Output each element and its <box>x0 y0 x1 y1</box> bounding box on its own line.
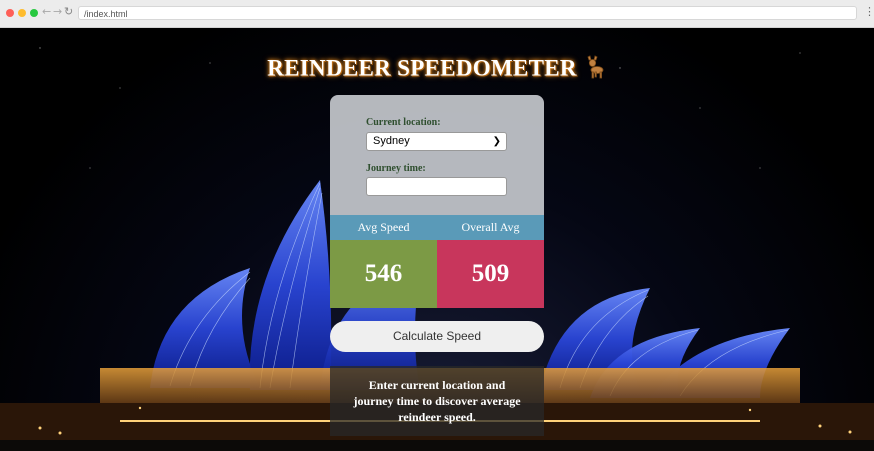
journey-time-label: Journey time: <box>366 163 426 174</box>
kebab-menu-icon[interactable]: ⋮ <box>864 5 874 18</box>
maximize-window-button[interactable] <box>30 9 38 17</box>
arrow-left-icon[interactable]: ← <box>42 5 51 18</box>
journey-time-input[interactable] <box>366 177 507 196</box>
minimize-window-button[interactable] <box>18 9 26 17</box>
overall-avg-header: Overall Avg <box>437 215 544 240</box>
reload-icon[interactable]: ↻ <box>64 5 73 18</box>
overall-avg-value: 509 <box>437 240 544 308</box>
address-bar[interactable]: /index.html <box>78 6 857 20</box>
location-select-value: Sydney <box>373 135 410 147</box>
location-select[interactable]: Sydney ❯ <box>366 132 507 151</box>
instructions-message: Enter current location and journey time … <box>330 366 544 436</box>
page-background: REINDEER SPEEDOMETER Current location: S… <box>0 28 874 451</box>
location-label: Current location: <box>366 117 441 128</box>
arrow-right-icon[interactable]: → <box>53 5 62 18</box>
avg-speed-value: 546 <box>330 240 437 308</box>
close-window-button[interactable] <box>6 9 14 17</box>
browser-toolbar: ← → ↻ /index.html ⋮ <box>0 0 874 28</box>
avg-speed-header: Avg Speed <box>330 215 437 240</box>
page-title-text: REINDEER SPEEDOMETER <box>267 55 577 81</box>
reindeer-icon <box>581 54 607 86</box>
chevron-down-icon: ❯ <box>492 136 501 147</box>
calculate-speed-button[interactable]: Calculate Speed <box>330 321 544 352</box>
page-title: REINDEER SPEEDOMETER <box>0 54 874 86</box>
